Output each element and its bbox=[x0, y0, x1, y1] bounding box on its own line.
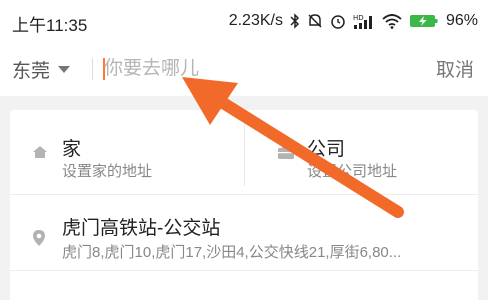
bluetooth-icon bbox=[290, 13, 300, 29]
briefcase-icon bbox=[277, 144, 295, 165]
caret-down-icon bbox=[58, 66, 71, 73]
status-time: 上午11:35 bbox=[12, 16, 88, 35]
divider bbox=[92, 58, 93, 80]
city-selector[interactable]: 东莞 bbox=[12, 56, 71, 83]
wifi-icon bbox=[382, 13, 402, 29]
divider bbox=[10, 270, 478, 271]
status-bar: 上午11:35 2.23K/s HD 96% bbox=[0, 0, 488, 42]
home-shortcut[interactable]: 家 设置家的地址 bbox=[10, 110, 244, 194]
history-item-subtitle: 虎门8,虎门10,虎门17,沙田4,公交快线21,厚街6,80... bbox=[62, 244, 402, 261]
network-speed: 2.23K/s bbox=[228, 12, 283, 29]
city-label: 东莞 bbox=[12, 61, 51, 82]
destination-search-input[interactable] bbox=[104, 54, 404, 84]
status-icons: 2.23K/s HD 96% bbox=[229, 11, 478, 31]
battery-percent: 96% bbox=[445, 12, 478, 29]
hd-signal-icon: HD bbox=[353, 13, 375, 29]
work-title: 公司 bbox=[307, 139, 346, 160]
quick-places-card: 家 设置家的地址 公司 设置公司地址 虎门高铁站-公交站 虎门8,虎门10,虎门… bbox=[10, 110, 478, 300]
search-bar: 东莞 取消 bbox=[0, 42, 488, 96]
work-subtitle: 设置公司地址 bbox=[307, 163, 398, 180]
work-shortcut[interactable]: 公司 设置公司地址 bbox=[245, 110, 478, 194]
history-item-title: 虎门高铁站-公交站 bbox=[62, 218, 221, 239]
location-pin-icon bbox=[32, 229, 46, 252]
battery-charging-icon bbox=[409, 13, 439, 29]
home-subtitle: 设置家的地址 bbox=[62, 163, 153, 180]
home-icon bbox=[32, 144, 48, 165]
mute-icon bbox=[307, 13, 323, 29]
svg-text:HD: HD bbox=[353, 14, 364, 22]
cancel-button[interactable]: 取消 bbox=[436, 55, 474, 82]
home-title: 家 bbox=[62, 139, 82, 160]
alarm-icon bbox=[330, 13, 346, 29]
history-item[interactable]: 虎门高铁站-公交站 虎门8,虎门10,虎门17,沙田4,公交快线21,厚街6,8… bbox=[10, 195, 478, 269]
